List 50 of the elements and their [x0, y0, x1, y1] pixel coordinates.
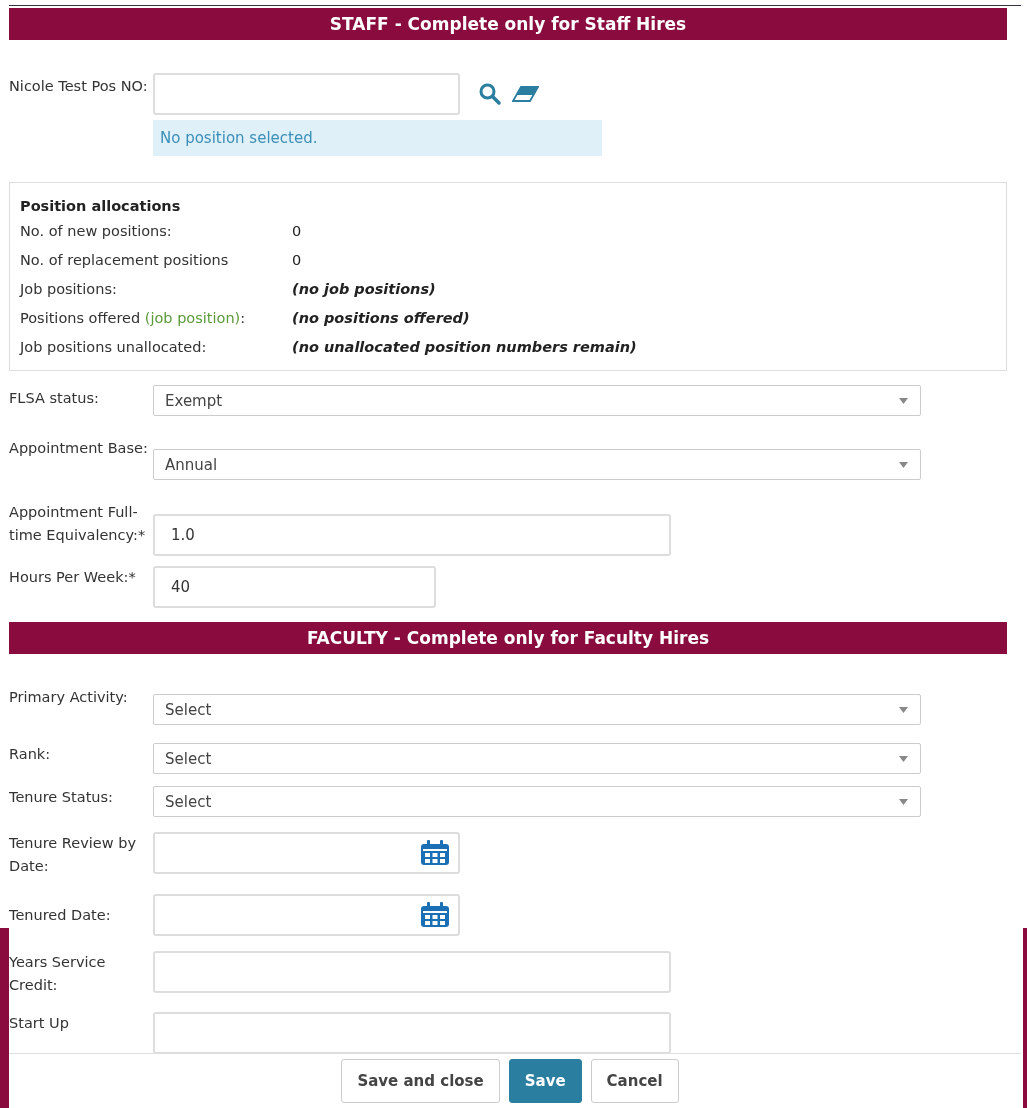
calendar-icon[interactable]	[420, 840, 450, 866]
field-label: FLSA status:	[9, 389, 100, 408]
calendar-icon[interactable]	[420, 902, 450, 928]
allocation-value: (no unallocated position numbers remain)	[292, 338, 637, 357]
allocation-value: 0	[292, 222, 302, 241]
dropdown[interactable]: Annual	[153, 449, 921, 480]
date-field[interactable]	[153, 894, 460, 936]
position-number-field[interactable]	[153, 73, 460, 115]
field-label: Years Service Credit:	[9, 953, 107, 995]
dropdown-arrow-icon	[899, 755, 908, 762]
field-label: Tenured Date:	[9, 905, 112, 925]
footer-button[interactable]: Save and close	[341, 1059, 500, 1103]
field-label: Start Up	[9, 1014, 70, 1033]
allocation-label: Job positions unallocated:	[20, 338, 208, 357]
dropdown[interactable]: Select	[153, 786, 921, 817]
allocation-value: 0	[292, 251, 302, 270]
field-label: Tenure Status:	[9, 788, 114, 807]
text-field[interactable]	[153, 951, 671, 993]
field-label: Tenure Review by Date:	[9, 834, 137, 876]
dropdown-arrow-icon	[899, 706, 908, 713]
field-label: Appointment Full-time Equivalency:*	[9, 503, 147, 545]
dropdown-arrow-icon	[899, 798, 908, 805]
panel-title: Position allocations	[20, 197, 182, 216]
text-field[interactable]: 1.0	[153, 514, 671, 556]
section-header: FACULTY - Complete only for Faculty Hires	[9, 622, 1007, 654]
allocation-label: Positions offered (job position):	[20, 309, 247, 328]
footer-button[interactable]: Cancel	[590, 1059, 679, 1103]
text-field[interactable]	[153, 1012, 671, 1053]
allocation-value: (no job positions)	[292, 280, 436, 299]
allocation-label: No. of replacement positions	[20, 251, 230, 270]
field-label: Appointment Base:	[9, 439, 149, 458]
info-message: No position selected.	[153, 120, 602, 156]
search-icon[interactable]	[478, 82, 502, 106]
field-label: Rank:	[9, 745, 52, 764]
dropdown[interactable]: Select	[153, 743, 921, 774]
save-button[interactable]: Save	[508, 1059, 582, 1103]
dropdown[interactable]: Select	[153, 694, 921, 725]
dropdown[interactable]: Exempt	[153, 385, 921, 416]
field-label: Nicole Test Pos NO:	[9, 77, 149, 96]
allocation-label: Job positions:	[20, 280, 118, 299]
eraser-icon[interactable]	[512, 85, 539, 103]
text-field[interactable]: 40	[153, 566, 436, 608]
date-field[interactable]	[153, 832, 460, 874]
field-label: Hours Per Week:*	[9, 568, 137, 587]
allocation-value: (no positions offered)	[292, 309, 470, 328]
section-header: STAFF - Complete only for Staff Hires	[9, 8, 1007, 40]
allocation-label: No. of new positions:	[20, 222, 173, 241]
field-label: Primary Activity:	[9, 688, 129, 707]
dropdown-arrow-icon	[899, 397, 908, 404]
dropdown-arrow-icon	[899, 461, 908, 468]
